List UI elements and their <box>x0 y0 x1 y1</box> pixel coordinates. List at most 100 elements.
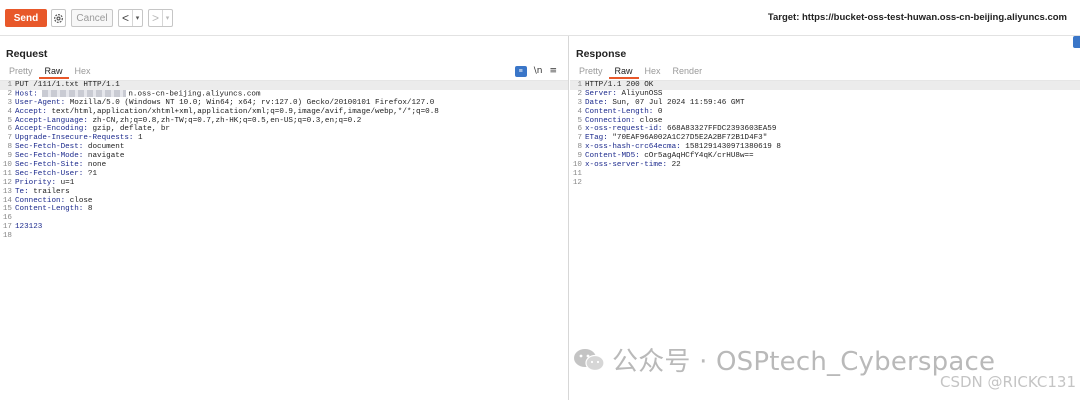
tab-raw[interactable]: Raw <box>608 65 639 79</box>
header-name: Server: <box>585 89 617 98</box>
tab-pretty[interactable]: Pretty <box>3 65 39 79</box>
code-line: 10 x-oss-server-time: 22 <box>570 161 1080 170</box>
line-text: HTTP/1.1 200 OK <box>585 81 654 89</box>
line-number: 16 <box>2 214 12 223</box>
header-name: x-oss-server-time: <box>585 161 668 170</box>
line-content: Upgrade-Insecure-Requests: 1 <box>15 134 143 143</box>
line-number: 7 <box>7 134 12 143</box>
line-content: Accept-Language: zh-CN,zh;q=0.8,zh-TW;q=… <box>15 117 361 126</box>
header-name: Sec-Fetch-Mode: <box>15 152 84 161</box>
header-name: ETag: <box>585 134 608 143</box>
header-value: Sun, 07 Jul 2024 11:59:46 GMT <box>612 98 745 107</box>
header-value: 1 <box>138 134 143 143</box>
tab-raw[interactable]: Raw <box>38 65 69 79</box>
header-value: u=1 <box>60 178 75 187</box>
code-line: 15 Content-Length: 8 <box>0 205 568 214</box>
header-value: trailers <box>33 187 70 196</box>
line-number: 11 <box>572 169 582 178</box>
line-content: x-oss-server-time: 22 <box>585 161 681 170</box>
line-number: 10 <box>572 161 582 170</box>
line-content: Content-Length: 0 <box>585 108 662 117</box>
newline-toggle[interactable]: \n <box>534 66 543 76</box>
tab-pretty[interactable]: Pretty <box>573 65 609 79</box>
header-name: Content-MD5: <box>585 152 640 161</box>
line-content: Sec-Fetch-Site: none <box>15 161 106 170</box>
line-number: 13 <box>2 187 12 196</box>
line-number: 3 <box>7 98 12 107</box>
header-value: "70EAF96A002A1C27D5E2A2BF72B1D4F3" <box>612 134 768 143</box>
line-number: 6 <box>7 125 12 134</box>
inspector-toggle[interactable] <box>1073 36 1080 48</box>
code-line: 16 <box>0 214 568 223</box>
tab-hex[interactable]: Hex <box>639 65 667 79</box>
header-name: Sec-Fetch-Dest: <box>15 143 84 152</box>
header-value: 668A83327FFDC2393603EA59 <box>667 125 777 134</box>
wechat-logo-icon <box>574 348 605 371</box>
line-number: 2 <box>7 89 12 98</box>
menu-icon[interactable]: ≡ <box>549 66 557 76</box>
line-content: Server: AliyunOSS <box>585 90 662 99</box>
header-value: Mozilla/5.0 (Windows NT 10.0; Win64; x64… <box>69 98 435 107</box>
header-name: Connection: <box>585 116 636 125</box>
line-content: Sec-Fetch-Dest: document <box>15 143 124 152</box>
header-value: ?1 <box>87 169 98 178</box>
request-editor[interactable]: 1 PUT /111/1.txt HTTP/1.1 2 Host: n.oss-cn-… <box>0 80 568 400</box>
format-icon[interactable]: ≡ <box>514 65 527 77</box>
code-line: 18 <box>0 232 568 241</box>
request-panel: Request Pretty Raw Hex ≡ \n ≡ 1 PUT /111/… <box>0 36 569 400</box>
code-line: 9 Content-MD5: cOr5agAqHCfY4qK/crHU8w== <box>570 152 1080 161</box>
header-value: navigate <box>87 152 125 161</box>
response-title: Response <box>576 48 627 60</box>
redacted-text <box>42 89 127 97</box>
code-line: 1 HTTP/1.1 200 OK <box>570 81 1080 90</box>
line-content: Sec-Fetch-Mode: navigate <box>15 152 124 161</box>
header-value: document <box>87 143 125 152</box>
header-name: x-oss-request-id: <box>585 125 663 134</box>
header-value: 0 <box>657 107 663 116</box>
line-number: 7 <box>577 134 582 143</box>
header-value: close <box>639 116 663 125</box>
line-number: 8 <box>7 143 12 152</box>
code-line: 8 Sec-Fetch-Dest: document <box>0 143 568 152</box>
dropdown-icon[interactable]: ▾ <box>132 10 142 26</box>
request-body: 123123 <box>15 223 43 232</box>
send-button[interactable]: Send <box>5 9 47 27</box>
header-value: 1581291430971380619 8 <box>685 143 781 152</box>
chevron-left-icon[interactable]: < <box>119 10 132 26</box>
line-number: 9 <box>7 152 12 161</box>
line-number: 9 <box>577 152 582 161</box>
watermark-text: 公众号 · OSPtech_Cyberspace <box>612 347 996 377</box>
line-content: ETag: "70EAF96A002A1C27D5E2A2BF72B1D4F3" <box>585 134 767 143</box>
code-line: 3 User-Agent: Mozilla/5.0 (Windows NT 10.… <box>0 99 568 108</box>
header-name: Te: <box>15 187 29 196</box>
line-number: 2 <box>577 89 582 98</box>
line-content: PUT /111/1.txt HTTP/1.1 <box>15 81 120 90</box>
code-line: 2 Server: AliyunOSS <box>570 90 1080 99</box>
dropdown-icon[interactable]: ▾ <box>162 10 172 26</box>
request-tools: ≡ \n ≡ <box>514 65 557 77</box>
header-value: 22 <box>671 161 681 170</box>
line-number: 3 <box>577 98 582 107</box>
header-value: cOr5agAqHCfY4qK/crHU8w== <box>644 152 754 161</box>
header-name: Priority: <box>15 178 57 187</box>
line-content: Priority: u=1 <box>15 179 74 188</box>
tab-hex[interactable]: Hex <box>69 65 97 79</box>
line-number: 5 <box>7 116 12 125</box>
request-tabs: Pretty Raw Hex <box>3 65 97 79</box>
code-line: 14 Connection: close <box>0 197 568 206</box>
line-content: Content-MD5: cOr5agAqHCfY4qK/crHU8w== <box>585 152 754 161</box>
line-number: 8 <box>577 143 582 152</box>
line-content: Te: trailers <box>15 188 70 197</box>
code-line: 5 Accept-Language: zh-CN,zh;q=0.8,zh-TW;q… <box>0 117 568 126</box>
code-line: 12 <box>570 179 1080 188</box>
settings-button[interactable] <box>51 9 66 27</box>
tab-render[interactable]: Render <box>667 65 709 79</box>
forward-nav-group: > ▾ <box>148 9 173 27</box>
line-number: 1 <box>577 81 582 89</box>
line-number: 14 <box>2 196 12 205</box>
cancel-button[interactable]: Cancel <box>71 9 113 27</box>
target-url[interactable]: Target: https://bucket-oss-test-huwan.os… <box>768 12 1067 23</box>
chevron-right-icon[interactable]: > <box>149 10 162 26</box>
line-content: Content-Length: 8 <box>15 205 92 214</box>
code-line: 11 <box>570 170 1080 179</box>
